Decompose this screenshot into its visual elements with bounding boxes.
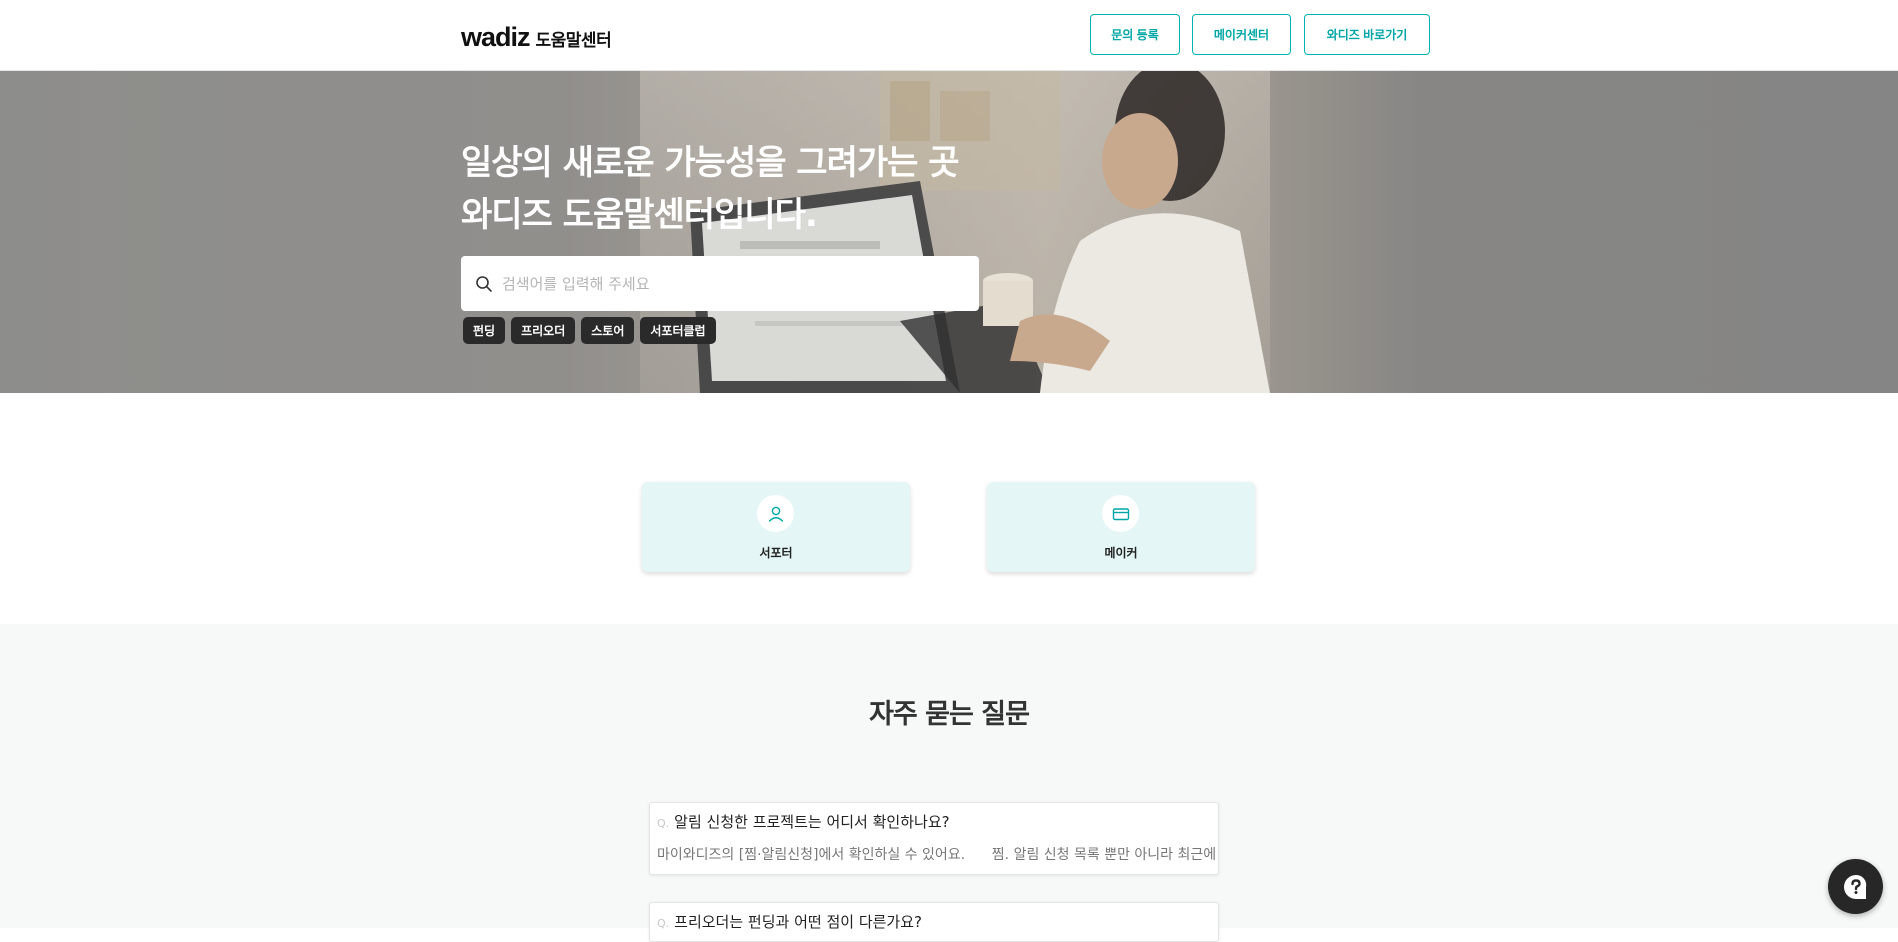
faq-question-text: 프리오더는 펀딩과 어떤 점이 다른가요? [674,913,922,931]
faq-question-text: 알림 신청한 프로젝트는 어디서 확인하나요? [674,813,950,831]
hero-headline-line1: 일상의 새로운 가능성을 그려가는 곳 [461,143,960,183]
tag-funding[interactable]: 펀딩 [463,317,506,344]
faq-item[interactable]: Q. 알림 신청한 프로젝트는 어디서 확인하나요? 마이와디즈의 [찜·알림신… [649,802,1219,875]
card-icon-circle [757,495,794,532]
register-inquiry-button[interactable]: 문의 등록 [1090,14,1180,55]
search-icon [476,275,492,292]
faq-question: Q. 프리오더는 펀딩과 어떤 점이 다른가요? [657,911,922,932]
person-icon [768,506,783,522]
q-mark: Q. [657,917,670,930]
card-icon-circle [1102,495,1139,532]
hero-headline-line2: 와디즈 도움말센터입니다. [461,195,818,235]
hero-headline: 일상의 새로운 가능성을 그려가는 곳 와디즈 도움말센터입니다. [461,137,1081,241]
maker-center-button[interactable]: 메이커센터 [1192,14,1291,55]
faq-answer-preview: 마이와디즈의 [찜·알림신청]에서 확인하실 수 있어요. 찜. 알림 신청 목… [657,847,1219,863]
faq-section: 자주 묻는 질문 Q. 알림 신청한 프로젝트는 어디서 확인하나요? 마이와디… [0,624,1898,942]
tag-preorder[interactable]: 프리오더 [511,317,576,344]
category-card-supporter[interactable]: 서포터 [642,482,910,572]
search-box[interactable] [461,256,979,311]
search-input[interactable] [502,274,962,293]
site-header: wadiz 도움말센터 문의 등록 메이커센터 와디즈 바로가기 [0,0,1898,71]
go-to-wadiz-button[interactable]: 와디즈 바로가기 [1304,14,1430,55]
tag-store[interactable]: 스토어 [581,317,635,344]
category-label-supporter: 서포터 [759,546,793,560]
faq-title: 자주 묻는 질문 [869,699,1030,730]
category-label-maker: 메이커 [1104,546,1138,560]
q-mark: Q. [657,817,670,830]
question-chat-icon [1843,874,1866,899]
logo-subtitle: 도움말센터 [535,31,612,51]
hero-banner: 일상의 새로운 가능성을 그려가는 곳 와디즈 도움말센터입니다. 펀딩 프리오… [0,71,1898,393]
wadiz-helpcenter-logo[interactable]: wadiz 도움말센터 [461,22,612,52]
help-chat-button[interactable] [1828,859,1883,914]
logo-wordmark: wadiz [461,22,531,52]
category-card-maker[interactable]: 메이커 [987,482,1255,572]
faq-item[interactable]: Q. 프리오더는 펀딩과 어떤 점이 다른가요? [649,902,1219,942]
card-icon [1112,507,1129,520]
faq-question: Q. 알림 신청한 프로젝트는 어디서 확인하나요? [657,811,950,832]
tag-supporter-club[interactable]: 서포터클럽 [640,317,716,344]
quick-tags: 펀딩 프리오더 스토어 서포터클럽 [463,317,716,344]
